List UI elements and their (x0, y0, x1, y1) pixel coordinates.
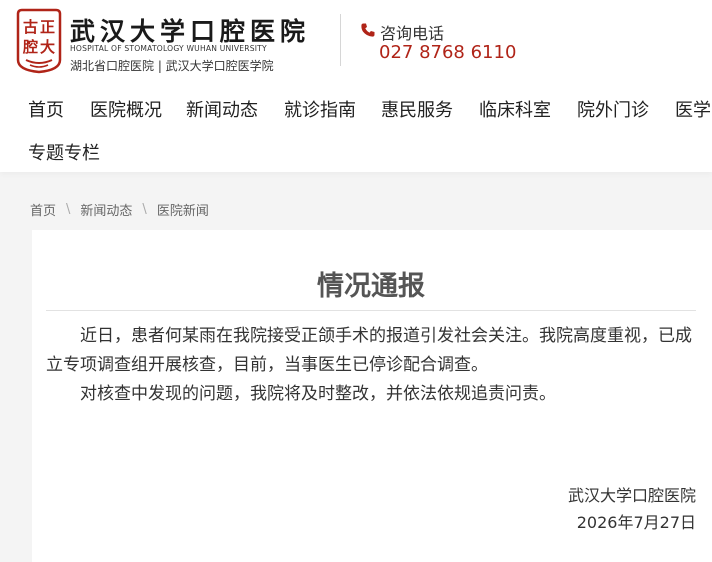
hospital-name-en: HOSPITAL OF STOMATOLOGY WUHAN UNIVERSITY (70, 44, 267, 53)
breadcrumb: 首页 \ 新闻动态 \ 医院新闻 (30, 200, 209, 219)
phone-icon (361, 23, 375, 37)
breadcrumb-hospital-news[interactable]: 医院新闻 (157, 200, 209, 219)
breadcrumb-home[interactable]: 首页 (30, 200, 56, 219)
hospital-emblem-icon[interactable]: 古 正 腔 大 (14, 8, 64, 74)
svg-text:古: 古 (23, 18, 38, 36)
header-divider (340, 14, 341, 66)
nav-item-outpatient[interactable]: 院外门诊 (577, 96, 649, 122)
article-date: 2026年7月27日 (576, 513, 696, 532)
hotline-label: 咨询电话 (380, 24, 445, 43)
nav-item-overview[interactable]: 医院概况 (90, 96, 162, 122)
breadcrumb-news[interactable]: 新闻动态 (80, 200, 132, 219)
svg-text:大: 大 (40, 38, 55, 56)
hotline-number[interactable]: 027 8768 6110 (379, 42, 516, 63)
nav-item-departments[interactable]: 临床科室 (479, 96, 551, 122)
article-signature: 武汉大学口腔医院 (567, 486, 696, 505)
nav-item-topics[interactable]: 专题专栏 (28, 139, 100, 165)
article-paragraph: 对核查中发现的问题，我院将及时整改，并依法依规追责问责。 (80, 384, 556, 404)
nav-item-medical[interactable]: 医学 (675, 96, 711, 122)
article-title: 情况通报 (317, 271, 425, 302)
breadcrumb-separator: \ (66, 202, 71, 217)
hospital-subtitle: 湖北省口腔医院 | 武汉大学口腔医学院 (70, 59, 274, 73)
nav-item-services[interactable]: 惠民服务 (381, 96, 453, 122)
hospital-name-cn[interactable]: 武汉大学口腔医院 (70, 12, 310, 48)
svg-text:正: 正 (40, 18, 55, 36)
site-header: 古 正 腔 大 武汉大学口腔医院 HOSPITAL OF STOMATOLOGY… (0, 0, 712, 172)
title-divider (46, 310, 696, 311)
article-paragraph: 近日，患者何某雨在我院接受正颌手术的报道引发社会关注。我院高度重视，已成立专项调… (46, 326, 692, 375)
breadcrumb-separator: \ (142, 202, 147, 217)
nav-item-news[interactable]: 新闻动态 (186, 96, 258, 122)
nav-item-home[interactable]: 首页 (28, 96, 64, 122)
nav-item-guide[interactable]: 就诊指南 (284, 96, 356, 122)
svg-text:腔: 腔 (22, 38, 38, 56)
